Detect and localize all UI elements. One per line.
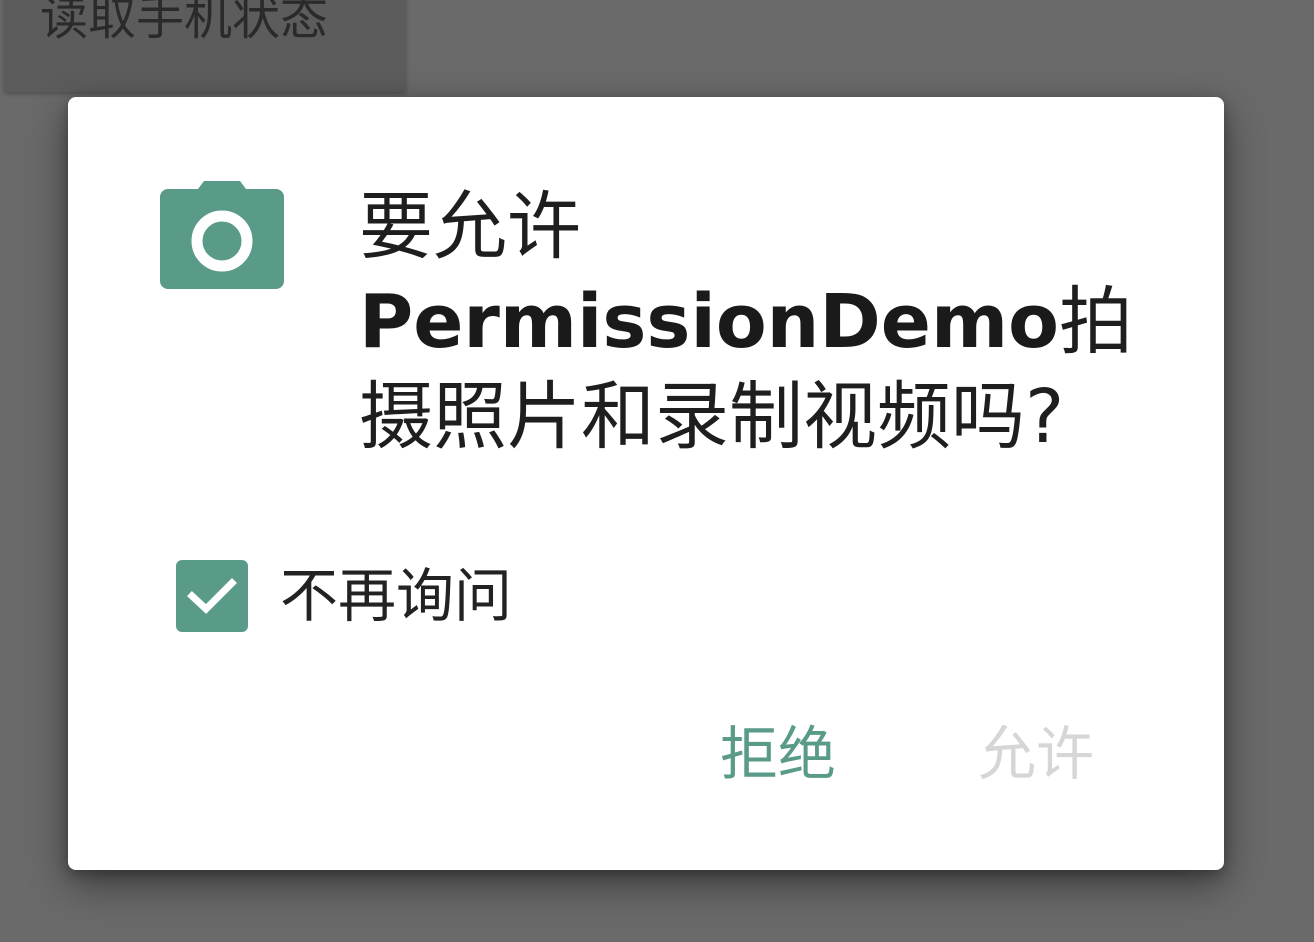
camera-icon	[160, 179, 284, 291]
permission-message: 要允许 PermissionDemo拍摄照片和录制视频吗?	[359, 180, 1159, 465]
allow-button[interactable]: 允许	[978, 725, 1094, 783]
dont-ask-again-label: 不再询问	[280, 562, 513, 630]
checkmark-icon	[187, 578, 237, 614]
app-name: PermissionDemo	[359, 279, 1059, 365]
dont-ask-again-checkbox[interactable]: 不再询问	[176, 559, 512, 633]
checkbox-box[interactable]	[176, 560, 248, 632]
deny-button[interactable]: 拒绝	[720, 725, 836, 783]
message-prefix: 要允许	[359, 184, 581, 270]
read-phone-state-label: 读取手机状态	[40, 0, 329, 46]
read-phone-state-button[interactable]: 读取手机状态	[4, 0, 406, 92]
permission-dialog: 要允许 PermissionDemo拍摄照片和录制视频吗? 不再询问 拒绝 允许	[68, 97, 1224, 870]
